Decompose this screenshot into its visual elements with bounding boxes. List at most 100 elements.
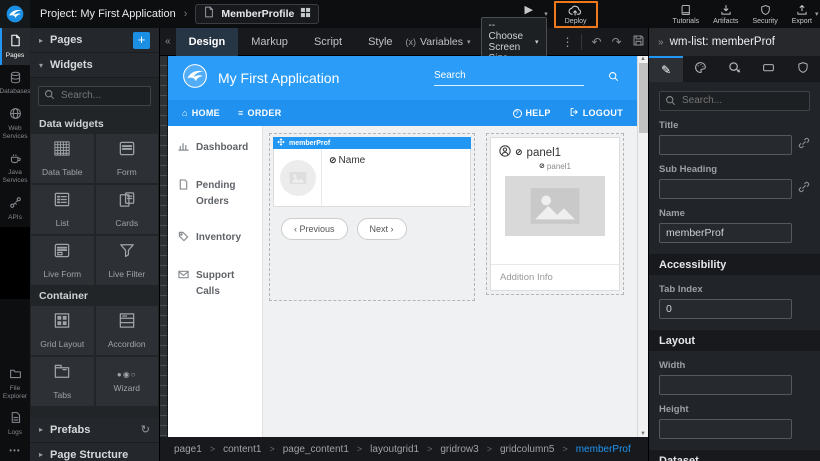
rail-item-file-explorer[interactable]: File Explorer — [0, 361, 30, 405]
widget-tile-live-filter[interactable]: Live Filter — [96, 236, 159, 285]
envelope-icon — [178, 269, 189, 300]
variables-chevron-icon: ▾ — [467, 38, 471, 46]
tab-styles[interactable] — [683, 56, 717, 82]
breadcrumb-layoutgrid1[interactable]: layoutgrid1 — [370, 444, 419, 455]
refresh-icon[interactable]: ↻ — [141, 423, 150, 436]
design-canvas: My First Application Search ⌂ HOME ≡ ORD… — [168, 56, 637, 437]
topbar-right-actions: Artifacts Security Export ▾ I18N VCS ▾ — [706, 4, 820, 25]
widgets-section-header[interactable]: ▾ Widgets — [30, 53, 159, 78]
wavemaker-logo[interactable] — [0, 0, 30, 28]
tab-markup[interactable]: Markup — [238, 28, 301, 56]
home-icon: ⌂ — [182, 108, 188, 118]
undo-icon[interactable]: ↶ — [592, 35, 602, 49]
more-options-icon[interactable]: ⋮ — [555, 35, 581, 49]
properties-search-input[interactable] — [659, 91, 810, 111]
panel1-title: panel1 — [527, 147, 562, 159]
scrollbar-thumb[interactable] — [639, 63, 648, 133]
list-item-template[interactable]: ⊘ Name — [273, 149, 471, 207]
container-widgets-grid: Grid Layout Accordion Tabs ●◉○ Wizard — [30, 306, 159, 406]
security-button[interactable]: Security — [745, 4, 784, 25]
export-button[interactable]: Export — [785, 4, 819, 25]
tab-script[interactable]: Script — [301, 28, 355, 56]
bind-link-icon[interactable] — [798, 136, 810, 154]
scroll-up-icon[interactable]: ▲ — [640, 56, 646, 62]
widget-tile-tabs[interactable]: Tabs — [31, 357, 94, 406]
device-icon — [762, 61, 775, 77]
rail-item-web-services[interactable]: Web Services — [0, 101, 30, 145]
panel1-image-placeholder[interactable] — [505, 176, 605, 236]
widget-tile-data-table[interactable]: Data Table — [31, 134, 94, 183]
deploy-label: Deploy — [565, 18, 587, 25]
app-search-field[interactable]: Search — [434, 70, 584, 86]
tab-device[interactable] — [752, 56, 786, 82]
menu-item-inventory[interactable]: Inventory — [178, 230, 252, 248]
pages-section-header[interactable]: ▸ Pages + — [30, 28, 159, 53]
rail-more-button[interactable]: ••• — [0, 442, 30, 461]
nav-home[interactable]: ⌂ HOME — [182, 108, 220, 118]
width-input[interactable] — [659, 375, 792, 395]
tab-security[interactable] — [786, 56, 820, 82]
panel1-widget[interactable]: ⊘ panel1 ⊘ panel1 — [486, 133, 624, 295]
subheading-input[interactable] — [659, 179, 792, 199]
tab-properties[interactable]: ✎ — [649, 56, 683, 82]
widget-tile-live-form[interactable]: Live Form — [31, 236, 94, 285]
panel1-header[interactable]: ⊘ panel1 — [491, 138, 619, 162]
name-input[interactable] — [659, 223, 792, 243]
page-structure-section-header[interactable]: ▸ Page Structure — [30, 443, 159, 461]
widget-tile-list[interactable]: List — [31, 185, 94, 234]
page-selector[interactable]: MemberProfile — [195, 4, 319, 24]
collapse-left-icon[interactable]: « — [160, 36, 176, 47]
vertical-ruler — [160, 56, 168, 437]
grid-view-icon[interactable] — [300, 5, 311, 23]
menu-item-pending-orders[interactable]: Pending Orders — [178, 178, 252, 210]
member-list-widget[interactable]: memberProf ⊘ Name — [269, 133, 475, 301]
tab-design[interactable]: Design — [176, 28, 239, 56]
rail-item-apis[interactable]: APIs — [0, 190, 30, 227]
deploy-button[interactable]: Deploy — [558, 4, 594, 25]
breadcrumb-gridrow3[interactable]: gridrow3 — [440, 444, 478, 455]
breadcrumb-page-content1[interactable]: page_content1 — [283, 444, 349, 455]
menu-item-dashboard[interactable]: Dashboard — [178, 140, 252, 158]
breadcrumb-page1[interactable]: page1 — [174, 444, 202, 455]
prefabs-section-header[interactable]: ▸ Prefabs ↻ — [30, 418, 159, 443]
redo-icon[interactable]: ↷ — [612, 35, 622, 49]
nav-logout[interactable]: LOGOUT — [569, 107, 623, 119]
app-search-icon[interactable] — [608, 69, 619, 87]
tab-style[interactable]: Style — [355, 28, 405, 56]
widget-tile-accordion[interactable]: Accordion — [96, 306, 159, 355]
nav-help[interactable]: ? HELP — [513, 107, 551, 119]
select-chevron-icon: ▾ — [535, 38, 539, 46]
add-page-button[interactable]: + — [133, 32, 150, 49]
widget-tile-form[interactable]: Form — [96, 134, 159, 183]
nav-order[interactable]: ≡ ORDER — [238, 108, 282, 118]
menu-item-support-calls[interactable]: Support Calls — [178, 268, 252, 300]
tutorials-button[interactable]: Tutorials — [666, 4, 707, 25]
variables-button[interactable]: (x) Variables ▾ — [406, 36, 471, 48]
widget-tile-wizard[interactable]: ●◉○ Wizard — [96, 357, 159, 406]
data-table-icon — [52, 139, 72, 163]
app-logo-icon — [182, 63, 208, 94]
breadcrumb-memberprof[interactable]: memberProf — [576, 444, 631, 455]
breadcrumb-gridcolumn5[interactable]: gridcolumn5 — [500, 444, 554, 455]
member-list-selection-label[interactable]: memberProf — [273, 137, 471, 149]
widget-tile-cards[interactable]: Cards — [96, 185, 159, 234]
bind-link-icon[interactable] — [798, 180, 810, 198]
panel1-footer: Addition Info — [491, 264, 619, 290]
rail-item-databases[interactable]: Databases — [0, 65, 30, 102]
widget-tile-grid-layout[interactable]: Grid Layout — [31, 306, 94, 355]
save-icon[interactable] — [632, 34, 645, 50]
canvas-scrollbar[interactable]: ▲ ▼ — [637, 56, 648, 437]
canvas-work-area: memberProf ⊘ Name — [263, 126, 637, 437]
next-button[interactable]: Next › — [357, 218, 407, 240]
previous-button[interactable]: ‹ Previous — [281, 218, 348, 240]
height-input[interactable] — [659, 419, 792, 439]
tabindex-input[interactable] — [659, 299, 792, 319]
title-input[interactable] — [659, 135, 792, 155]
rail-item-java-services[interactable]: Java Services — [0, 146, 30, 190]
rail-item-pages[interactable]: Pages — [0, 28, 30, 65]
tab-events[interactable] — [717, 56, 751, 82]
expand-panel-icon[interactable]: » — [658, 37, 664, 48]
artifacts-button[interactable]: Artifacts — [706, 4, 745, 25]
breadcrumb-content1[interactable]: content1 — [223, 444, 261, 455]
rail-item-logs[interactable]: Logs — [0, 405, 30, 442]
